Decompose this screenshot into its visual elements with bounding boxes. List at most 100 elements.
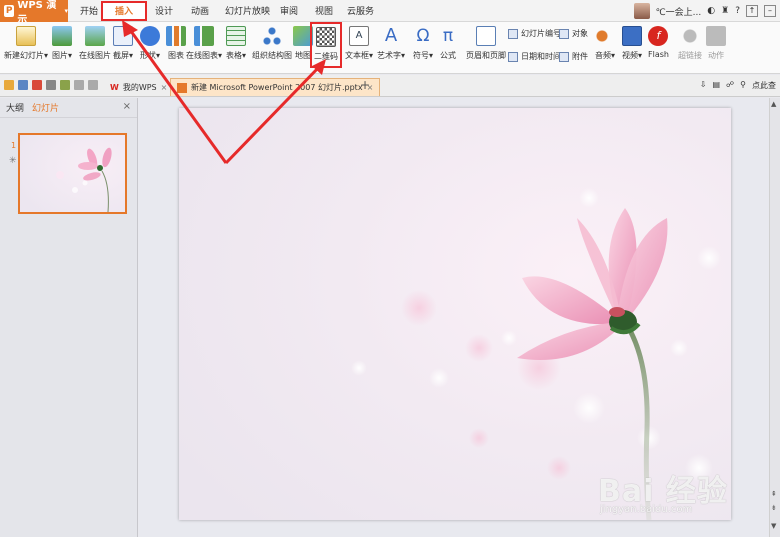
print-icon[interactable] bbox=[46, 80, 56, 90]
flash-icon: f bbox=[648, 26, 669, 46]
new-slide-icon bbox=[16, 26, 36, 46]
qrcode-icon bbox=[316, 27, 336, 47]
slide-flower-image bbox=[179, 108, 731, 520]
current-slide[interactable] bbox=[179, 108, 731, 520]
restore-icon[interactable]: ↑ bbox=[746, 5, 758, 17]
chart-icon bbox=[166, 26, 186, 46]
app-menu-button[interactable]: P WPS 演示 ▾ bbox=[0, 0, 68, 26]
cloud-icon[interactable]: ⇩ bbox=[700, 80, 707, 91]
picture-button[interactable]: 图片▾ bbox=[52, 24, 72, 61]
tab-document[interactable]: 新建 Microsoft PowerPoint 2007 幻灯片.pptx × bbox=[170, 78, 381, 96]
scroll-down-icon[interactable]: ▼ bbox=[771, 522, 776, 530]
video-button[interactable]: 视频▾ bbox=[622, 24, 642, 61]
online-chart-button[interactable]: 在线图表▾ bbox=[186, 24, 222, 61]
skin-icon[interactable]: ◐ bbox=[707, 6, 715, 16]
screenshot-icon bbox=[113, 26, 133, 46]
preview-icon[interactable] bbox=[60, 80, 70, 90]
hyperlink-button[interactable]: 超链接 bbox=[678, 24, 702, 61]
tab-right-hint[interactable]: 点此查 bbox=[752, 80, 776, 91]
online-chart-icon bbox=[194, 26, 214, 46]
menu-design[interactable]: 设计 bbox=[155, 0, 173, 22]
share-icon[interactable]: ☍ bbox=[726, 80, 734, 91]
globe-icon bbox=[680, 26, 700, 46]
omega-icon: Ω bbox=[416, 26, 430, 46]
symbol-button[interactable]: Ω 符号▾ bbox=[413, 24, 433, 61]
new-slide-button[interactable]: 新建幻灯片▾ bbox=[4, 24, 48, 61]
textbox-button[interactable]: A 文本框▾ bbox=[345, 24, 373, 61]
flash-button[interactable]: f Flash bbox=[648, 24, 669, 59]
wps-w-icon: W bbox=[110, 82, 119, 92]
quick-access-toolbar bbox=[4, 80, 98, 90]
action-button[interactable]: 动作 bbox=[706, 24, 726, 61]
speaker-icon bbox=[595, 26, 615, 46]
redo-icon[interactable] bbox=[88, 80, 98, 90]
tab-outline[interactable]: 大纲 bbox=[6, 101, 24, 114]
slide-number-icon bbox=[508, 28, 518, 39]
save-icon[interactable] bbox=[18, 80, 28, 90]
thumbnail-flower-image bbox=[20, 135, 125, 212]
action-icon bbox=[706, 26, 726, 46]
tab-slides[interactable]: 幻灯片 bbox=[32, 101, 59, 114]
panel-tabs: 大纲 幻灯片 bbox=[0, 98, 137, 118]
close-icon[interactable]: × bbox=[161, 83, 168, 92]
shirt-icon[interactable]: ♜ bbox=[721, 6, 729, 16]
date-time-button[interactable]: 日期和时间 bbox=[508, 51, 561, 62]
titlebar-right: ℃一会上... ◐ ♜ ? ↑ – bbox=[633, 2, 776, 20]
header-footer-button[interactable]: 页眉和页脚 bbox=[466, 24, 506, 61]
menu-slideshow[interactable]: 幻灯片放映 bbox=[225, 0, 270, 22]
audio-button[interactable]: 音频▾ bbox=[595, 24, 615, 61]
formula-button[interactable]: π 公式 bbox=[438, 24, 458, 61]
menu-review[interactable]: 审阅 bbox=[280, 0, 298, 22]
wps-logo-icon: P bbox=[4, 5, 15, 17]
wordart-button[interactable]: A 艺术字▾ bbox=[377, 24, 405, 61]
attachment-icon bbox=[559, 51, 569, 62]
textbox-icon: A bbox=[349, 26, 369, 46]
minimize-icon[interactable]: – bbox=[764, 5, 776, 17]
new-tab-button[interactable]: + bbox=[360, 78, 370, 92]
menu-home[interactable]: 开始 bbox=[80, 0, 98, 22]
watermark-url: jingyan.baidu.com bbox=[600, 504, 693, 515]
tab-mywps[interactable]: W 我的WPS × bbox=[104, 78, 173, 96]
video-icon bbox=[622, 26, 642, 46]
online-picture-button[interactable]: 在线图片 bbox=[79, 24, 111, 61]
open-icon[interactable] bbox=[4, 80, 14, 90]
slide-thumbnail[interactable] bbox=[18, 133, 127, 214]
table-button[interactable]: 表格▾ bbox=[226, 24, 246, 61]
chevron-down-icon: ▾ bbox=[64, 7, 68, 15]
org-chart-button[interactable]: 组织结构图 bbox=[252, 24, 292, 61]
object-button[interactable]: 对象 bbox=[559, 28, 588, 39]
undo-icon[interactable] bbox=[74, 80, 84, 90]
slide-number-button[interactable]: 幻灯片编号 bbox=[508, 28, 561, 39]
object-icon bbox=[559, 28, 569, 39]
menu-insert[interactable]: 插入 bbox=[101, 1, 148, 21]
screenshot-button[interactable]: 截屏▾ bbox=[113, 24, 133, 61]
search-icon[interactable]: ⚲ bbox=[740, 80, 746, 91]
qrcode-button[interactable]: 二维码 bbox=[310, 22, 342, 68]
help-icon[interactable]: ? bbox=[735, 6, 740, 16]
shape-button[interactable]: 形状▾ bbox=[140, 24, 160, 61]
slide-number: 1 bbox=[11, 141, 17, 150]
user-name[interactable]: ℃一会上... bbox=[656, 5, 702, 18]
ppt-file-icon bbox=[177, 82, 187, 93]
online-picture-icon bbox=[85, 26, 105, 46]
table-icon bbox=[226, 26, 246, 46]
chart-button[interactable]: 图表 bbox=[166, 24, 186, 61]
pdf-icon[interactable] bbox=[32, 80, 42, 90]
org-chart-icon bbox=[262, 26, 282, 46]
avatar[interactable] bbox=[633, 3, 650, 19]
shape-icon bbox=[140, 26, 160, 46]
menu-bar: P WPS 演示 ▾ 开始 插入 设计 动画 幻灯片放映 审阅 视图 云服务 ℃… bbox=[0, 0, 780, 26]
scroll-up-icon[interactable]: ▲ bbox=[771, 100, 776, 108]
close-icon[interactable]: × bbox=[123, 101, 131, 112]
pi-icon: π bbox=[442, 26, 454, 46]
menu-cloud[interactable]: 云服务 bbox=[347, 0, 374, 22]
menu-animation[interactable]: 动画 bbox=[191, 0, 209, 22]
calendar-icon bbox=[508, 51, 518, 62]
picture-icon bbox=[52, 26, 72, 46]
menu-view[interactable]: 视图 bbox=[315, 0, 333, 22]
baidu-jingyan-watermark: Bai 经验 jingyan.baidu.com bbox=[598, 466, 778, 521]
wordart-icon: A bbox=[384, 25, 398, 46]
doc-icon[interactable]: ▤ bbox=[712, 80, 720, 91]
document-tab-bar: W 我的WPS × 新建 Microsoft PowerPoint 2007 幻… bbox=[0, 75, 780, 97]
attachment-button[interactable]: 附件 bbox=[559, 51, 588, 62]
